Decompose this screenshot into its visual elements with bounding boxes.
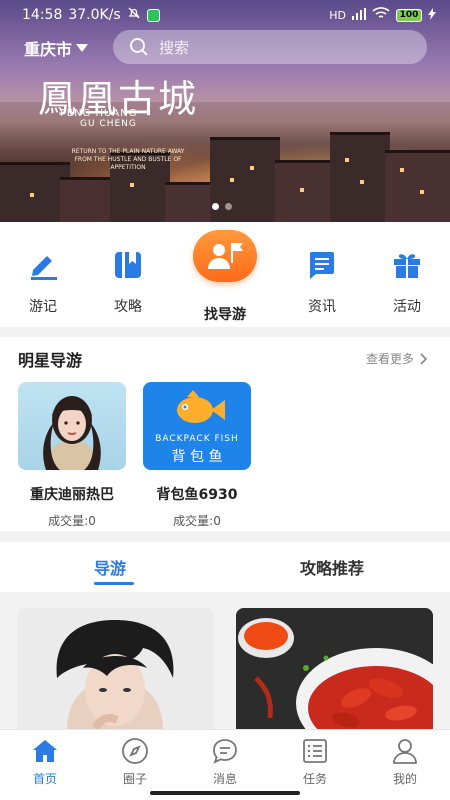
quick-item-label: 活动: [393, 299, 421, 315]
wifi-icon: [372, 7, 390, 23]
network-type: HD: [329, 8, 346, 22]
search-placeholder: 搜索: [159, 38, 190, 57]
app-screen: 14:58 37.0K/s HD 100 重庆市 搜索 鳳凰古城 FENG HU…: [0, 0, 450, 800]
book-icon: [111, 248, 145, 282]
nav-messages[interactable]: 消息: [195, 736, 255, 787]
nav-circle[interactable]: 圈子: [105, 736, 165, 787]
top-bar: 重庆市 搜索: [0, 30, 450, 66]
guide-name: 背包鱼6930: [156, 487, 238, 503]
battery-icon: 100: [396, 8, 422, 22]
guide-name: 重庆迪丽热巴: [30, 487, 114, 503]
signal-icon: [352, 7, 366, 23]
tab-indicator: [94, 582, 134, 585]
nav-mine[interactable]: 我的: [375, 736, 435, 787]
quick-item-label: 攻略: [114, 299, 142, 315]
nav-label: 圈子: [122, 772, 147, 786]
quick-menu: 游记 攻略 找导游 资讯 活动: [0, 222, 450, 327]
quick-item-activities[interactable]: 活动: [377, 248, 437, 316]
quick-item-label: 找导游: [204, 307, 246, 323]
guide-card[interactable]: 重庆迪丽热巴 成交量:0: [18, 382, 126, 529]
nav-label: 首页: [32, 772, 57, 786]
banner-subtitle-2: GU CHENG: [80, 119, 137, 129]
nav-label: 任务: [302, 772, 327, 786]
guide-photo: [17, 608, 214, 730]
quick-item-guides-book[interactable]: 攻略: [98, 248, 158, 316]
bottom-navigation: 首页 圈子 消息 任务 我的: [0, 729, 450, 800]
nav-label: 我的: [392, 772, 417, 786]
city-selector[interactable]: 重庆市: [24, 36, 89, 60]
quick-item-travel-notes[interactable]: 游记: [13, 248, 73, 316]
content-tabs: 导游 攻略推荐: [0, 542, 450, 592]
quick-item-label: 游记: [29, 299, 57, 315]
banner-subtitle-1: FENG HUANG: [60, 108, 138, 119]
home-icon: [30, 736, 60, 766]
see-more-link[interactable]: 查看更多: [366, 350, 428, 367]
banner-tagline: RETURN TO THE PLAIN NATURE AWAY FROM THE…: [71, 148, 185, 171]
compass-icon: [120, 736, 150, 766]
quick-item-find-guide[interactable]: 找导游: [193, 230, 257, 324]
status-speed: 37.0K/s: [68, 7, 121, 23]
pager-dot[interactable]: [225, 203, 232, 210]
star-guides-section: 明星导游 查看更多 重庆迪丽热巴 成交量:0 BACKPACK FISH 背 包…: [0, 337, 450, 531]
pager-dot[interactable]: [212, 203, 219, 210]
chevron-right-icon: [420, 352, 428, 365]
pencil-icon: [26, 248, 60, 282]
logo-text-en: BACKPACK FISH: [155, 434, 239, 444]
gift-icon: [390, 248, 424, 282]
logo-text-cn: 背 包 鱼: [171, 449, 223, 465]
guide-card[interactable]: BACKPACK FISH 背 包 鱼 背包鱼6930 成交量:0: [143, 382, 251, 529]
status-bar: 14:58 37.0K/s HD 100: [0, 0, 450, 30]
person-icon: [390, 736, 420, 766]
guide-deals: 成交量:0: [48, 514, 96, 528]
see-more-label: 查看更多: [365, 352, 414, 366]
dropdown-arrow-icon: [76, 44, 89, 52]
quick-item-news[interactable]: 资讯: [292, 248, 352, 316]
city-label: 重庆市: [24, 40, 73, 59]
guide-flag-icon: [193, 230, 257, 282]
tab-guides[interactable]: 导游: [94, 555, 126, 579]
crayfish-photo: [236, 608, 433, 730]
news-icon: [305, 248, 339, 282]
guide-avatar: BACKPACK FISH 背 包 鱼: [143, 382, 251, 470]
tab-recommended[interactable]: 攻略推荐: [300, 555, 364, 579]
section-title: 明星导游: [18, 351, 83, 370]
message-icon: [210, 736, 240, 766]
charging-icon: [428, 7, 436, 23]
guide-deals: 成交量:0: [173, 514, 221, 528]
search-bar[interactable]: 搜索: [113, 30, 427, 64]
status-time: 14:58: [22, 7, 63, 23]
home-indicator[interactable]: [150, 791, 300, 795]
search-icon: [130, 38, 148, 56]
nav-label: 消息: [212, 772, 237, 786]
nav-tasks[interactable]: 任务: [285, 736, 345, 787]
guide-feed-card[interactable]: [17, 608, 214, 730]
guide-avatar: [18, 382, 126, 470]
nav-home[interactable]: 首页: [15, 736, 75, 787]
mute-icon: [127, 6, 141, 24]
strategy-feed-card[interactable]: [236, 608, 433, 730]
hero-banner[interactable]: 14:58 37.0K/s HD 100 重庆市 搜索 鳳凰古城 FENG HU…: [0, 0, 450, 222]
quick-item-label: 资讯: [308, 299, 336, 315]
task-list-icon: [300, 736, 330, 766]
app-notification-icon: [146, 8, 160, 22]
banner-pager: [212, 203, 232, 210]
